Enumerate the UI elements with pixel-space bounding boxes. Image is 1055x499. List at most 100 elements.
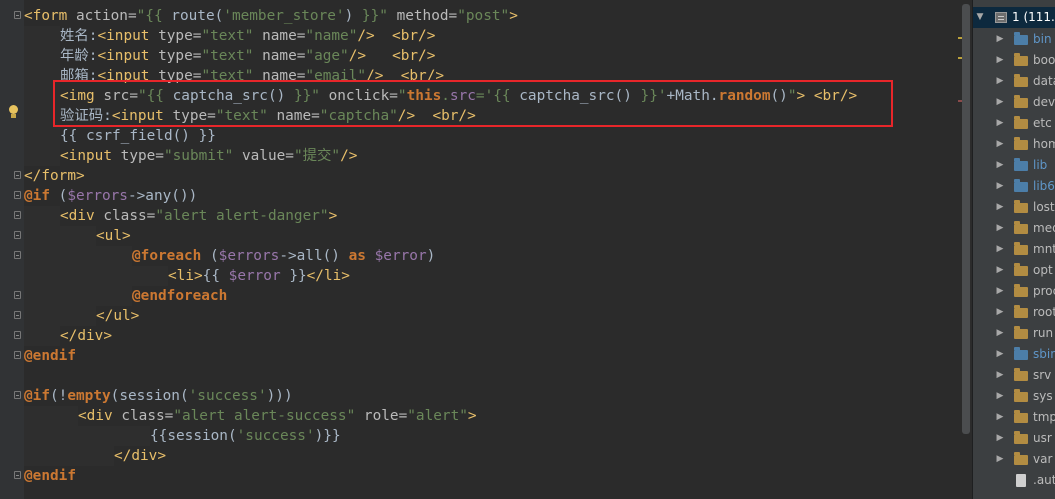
chevron-right-icon[interactable]: ▶ bbox=[995, 428, 1005, 449]
tree-item-mnt[interactable]: ▶ mnt bbox=[973, 239, 1055, 260]
fold-marker-icon[interactable] bbox=[14, 171, 21, 179]
code-line[interactable]: {{session('success')}} bbox=[24, 426, 341, 446]
tree-item-proc[interactable]: ▶ proc bbox=[973, 281, 1055, 302]
fold-marker-icon[interactable] bbox=[14, 231, 21, 239]
chevron-right-icon[interactable]: ▶ bbox=[995, 260, 1005, 281]
tree-item-data[interactable]: ▶ data bbox=[973, 71, 1055, 92]
tree-item-sys[interactable]: ▶ sys bbox=[973, 386, 1055, 407]
code-token: </ul> bbox=[96, 308, 140, 324]
code-token: $errors bbox=[67, 188, 128, 204]
chevron-right-icon[interactable]: ▶ bbox=[995, 365, 1005, 386]
chevron-right-icon[interactable]: ▶ bbox=[995, 71, 1005, 92]
editor-gutter[interactable] bbox=[0, 0, 24, 499]
fold-marker-icon[interactable] bbox=[14, 311, 21, 319]
chevron-right-icon[interactable]: ▶ bbox=[995, 323, 1005, 344]
fold-marker-icon[interactable] bbox=[14, 291, 21, 299]
code-line[interactable]: <div class="alert alert-danger"> bbox=[24, 206, 337, 226]
chevron-right-icon[interactable]: ▶ bbox=[995, 407, 1005, 428]
code-line[interactable]: <form action="{{ route('member_store') }… bbox=[24, 6, 518, 26]
tree-item-lost[interactable]: ▶ lost bbox=[973, 197, 1055, 218]
project-tree-panel[interactable]: ▼ 1 (111.2 ▶ bin ▶ boo ▶ data ▶ dev ▶ etc ▶ hom ▶ lib ▶ l… bbox=[973, 0, 1055, 499]
chevron-right-icon[interactable]: ▶ bbox=[995, 155, 1005, 176]
chevron-right-icon[interactable]: ▶ bbox=[995, 50, 1005, 71]
code-line[interactable]: </ul> bbox=[24, 306, 139, 326]
chevron-right-icon[interactable]: ▶ bbox=[995, 302, 1005, 323]
indent-guide bbox=[24, 246, 132, 266]
code-line[interactable]: @if ($errors->any()) bbox=[24, 186, 197, 206]
code-line[interactable]: <ul> bbox=[24, 226, 131, 246]
tree-item-run[interactable]: ▶ run bbox=[973, 323, 1055, 344]
chevron-right-icon[interactable]: ▶ bbox=[995, 29, 1005, 50]
fold-marker-icon[interactable] bbox=[14, 211, 21, 219]
tree-item-lib[interactable]: ▶ lib bbox=[973, 155, 1055, 176]
chevron-down-icon[interactable]: ▼ bbox=[975, 7, 985, 28]
fold-marker-icon[interactable] bbox=[14, 391, 21, 399]
code-line[interactable]: 姓名:<input type="text" name="name"/> <br/… bbox=[24, 26, 435, 46]
fold-marker-icon[interactable] bbox=[14, 11, 21, 19]
tree-item-label: med bbox=[1033, 221, 1055, 235]
code-line[interactable]: <div class="alert alert-success" role="a… bbox=[24, 406, 477, 426]
indent-guide bbox=[24, 146, 60, 166]
tree-item-tmp[interactable]: ▶ tmp bbox=[973, 407, 1055, 428]
chevron-right-icon[interactable]: ▶ bbox=[995, 197, 1005, 218]
fold-marker-icon[interactable] bbox=[14, 251, 21, 259]
code-line[interactable]: 邮箱:<input type="text" name="email"/> <br… bbox=[24, 66, 444, 86]
folder-icon bbox=[1014, 431, 1028, 444]
code-line[interactable]: <input type="submit" value="提交"/> bbox=[24, 146, 357, 166]
tree-item-lib6[interactable]: ▶ lib6 bbox=[973, 176, 1055, 197]
editor-scrollbar[interactable] bbox=[962, 4, 970, 434]
fold-marker-icon[interactable] bbox=[14, 331, 21, 339]
indent-guide bbox=[24, 446, 114, 466]
chevron-right-icon[interactable]: ▶ bbox=[995, 449, 1005, 470]
fold-marker-icon[interactable] bbox=[14, 351, 21, 359]
code-token: @foreach bbox=[132, 248, 210, 264]
code-line[interactable]: </div> bbox=[24, 326, 112, 346]
tree-item-boo[interactable]: ▶ boo bbox=[973, 50, 1055, 71]
code-line[interactable]: @endforeach bbox=[24, 286, 227, 306]
chevron-right-icon[interactable]: ▶ bbox=[995, 176, 1005, 197]
chevron-right-icon[interactable]: ▶ bbox=[995, 281, 1005, 302]
code-line[interactable]: <li>{{ $error }}</li> bbox=[24, 266, 350, 286]
code-token: this bbox=[406, 88, 442, 104]
chevron-right-icon[interactable]: ▶ bbox=[995, 92, 1005, 113]
tree-item-med[interactable]: ▶ med bbox=[973, 218, 1055, 239]
code-token: " bbox=[397, 88, 407, 104]
tree-item-var[interactable]: ▶ var bbox=[973, 449, 1055, 470]
tree-root-node[interactable]: ▼ 1 (111.2 bbox=[973, 7, 1055, 28]
chevron-right-icon[interactable]: ▶ bbox=[995, 218, 1005, 239]
chevron-right-icon[interactable]: ▶ bbox=[995, 386, 1005, 407]
code-line[interactable]: </form> bbox=[24, 166, 85, 186]
tree-item-hom[interactable]: ▶ hom bbox=[973, 134, 1055, 155]
fold-marker-icon[interactable] bbox=[14, 191, 21, 199]
tree-item-bin[interactable]: ▶ bin bbox=[973, 29, 1055, 50]
code-line[interactable]: 年龄:<input type="text" name="age"/> <br/> bbox=[24, 46, 435, 66]
code-line[interactable]: <img src="{{ captcha_src() }}" onclick="… bbox=[24, 86, 857, 106]
fold-marker-icon[interactable] bbox=[14, 471, 21, 479]
intention-bulb-icon[interactable] bbox=[8, 105, 19, 119]
tree-item-sbin[interactable]: ▶ sbin bbox=[973, 344, 1055, 365]
tree-item-opt[interactable]: ▶ opt bbox=[973, 260, 1055, 281]
folder-icon bbox=[1014, 95, 1028, 108]
indent-guide bbox=[24, 226, 96, 246]
code-line[interactable]: @foreach ($errors->all() as $error) bbox=[24, 246, 435, 266]
chevron-right-icon[interactable]: ▶ bbox=[995, 113, 1005, 134]
tree-item-usr[interactable]: ▶ usr bbox=[973, 428, 1055, 449]
code-line[interactable]: 验证码:<input type="text" name="captcha"/> … bbox=[24, 106, 476, 126]
chevron-right-icon[interactable]: ▶ bbox=[995, 239, 1005, 260]
chevron-right-icon[interactable]: ▶ bbox=[995, 344, 1005, 365]
tree-item-srv[interactable]: ▶ srv bbox=[973, 365, 1055, 386]
tree-item-root[interactable]: ▶ root bbox=[973, 302, 1055, 323]
chevron-right-icon[interactable]: ▶ bbox=[995, 134, 1005, 155]
code-token: @endforeach bbox=[132, 288, 228, 304]
code-token: "{{ bbox=[137, 88, 173, 104]
code-line[interactable]: @if(!empty(session('success'))) bbox=[24, 386, 293, 406]
code-line[interactable]: </div> bbox=[24, 446, 166, 466]
tree-item-dev[interactable]: ▶ dev bbox=[973, 92, 1055, 113]
code-line[interactable]: @endif bbox=[24, 346, 76, 366]
code-line[interactable]: @endif bbox=[24, 466, 76, 486]
tree-item-etc[interactable]: ▶ etc bbox=[973, 113, 1055, 134]
code-editor[interactable]: <form action="{{ route('member_store') }… bbox=[24, 0, 964, 499]
tree-item-aut[interactable]: .aut bbox=[973, 470, 1055, 491]
tree-item-label: tmp bbox=[1033, 410, 1055, 424]
code-line[interactable]: {{ csrf_field() }} bbox=[24, 126, 216, 146]
